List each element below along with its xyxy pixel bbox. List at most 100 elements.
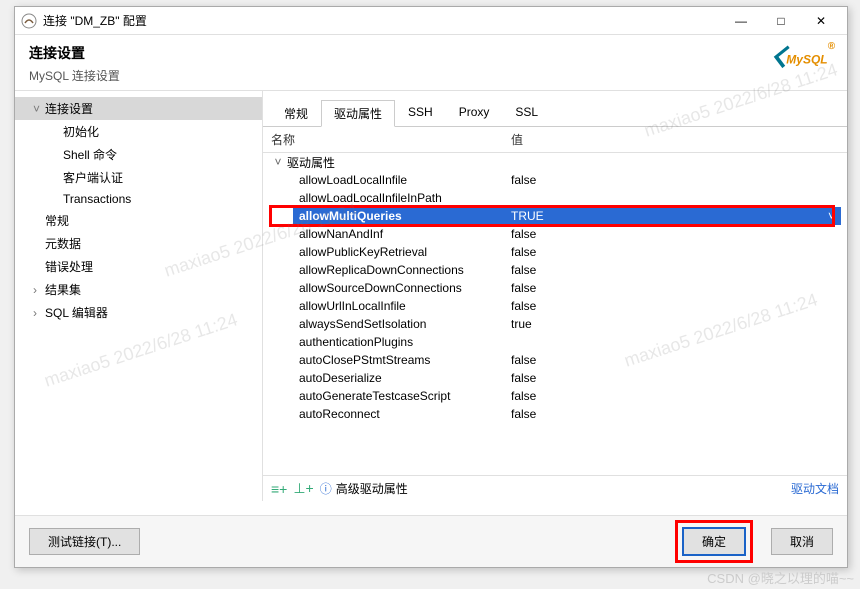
sidebar-item[interactable]: 元数据 (15, 232, 262, 255)
property-row-highlighted[interactable]: allowMultiQueriesTRUE˅ (263, 207, 847, 225)
minimize-button[interactable]: — (721, 8, 761, 34)
property-name: allowLoadLocalInfileInPath (299, 191, 511, 205)
maximize-button[interactable]: □ (761, 8, 801, 34)
property-row[interactable]: alwaysSendSetIsolationtrue (263, 315, 847, 333)
sidebar-item-label: Shell 命令 (63, 148, 117, 162)
property-row[interactable]: allowNanAndInffalse (263, 225, 847, 243)
property-name: allowReplicaDownConnections (299, 263, 511, 277)
sidebar-item[interactable]: 常规 (15, 209, 262, 232)
footer: 测试链接(T)... 确定 取消 (15, 515, 847, 567)
property-row[interactable]: allowSourceDownConnectionsfalse (263, 279, 847, 297)
ok-button[interactable]: 确定 (682, 527, 746, 556)
sidebar-item[interactable]: ›SQL 编辑器 (15, 301, 262, 324)
sidebar-item[interactable]: ˅连接设置 (15, 97, 262, 120)
info-icon: ⓘ (320, 480, 332, 497)
property-name: autoDeserialize (299, 371, 511, 385)
sidebar-item-label: 元数据 (45, 237, 81, 251)
property-value[interactable]: false (511, 299, 847, 313)
property-row[interactable]: autoDeserializefalse (263, 369, 847, 387)
property-name: authenticationPlugins (299, 335, 511, 349)
property-name: allowLoadLocalInfile (299, 173, 511, 187)
sidebar-item-label: 连接设置 (45, 102, 93, 116)
tab[interactable]: 驱动属性 (321, 100, 395, 127)
expand-icon[interactable]: › (33, 306, 45, 320)
sidebar-item-label: 客户端认证 (63, 171, 123, 185)
property-value-select[interactable]: TRUE (511, 209, 828, 223)
csdn-watermark: CSDN @晓之以理的喵~~ (707, 568, 854, 587)
property-value[interactable]: false (511, 353, 847, 367)
sidebar-item-label: Transactions (63, 192, 131, 206)
property-row[interactable]: allowUrlInLocalInfilefalse (263, 297, 847, 315)
content-panel: 常规驱动属性SSHProxySSL 名称 值 ˅驱动属性allowLoadLoc… (263, 91, 847, 501)
property-row[interactable]: autoGenerateTestcaseScriptfalse (263, 387, 847, 405)
col-value-header: 值 (511, 131, 523, 148)
page-subtitle: MySQL 连接设置 (29, 67, 833, 84)
sidebar-item[interactable]: Transactions (15, 189, 262, 209)
property-name: allowSourceDownConnections (299, 281, 511, 295)
header: 连接设置 MySQL 连接设置 𐌂MySQL® (15, 35, 847, 91)
property-value[interactable]: false (511, 245, 847, 259)
property-row[interactable]: autoClosePStmtStreamsfalse (263, 351, 847, 369)
sidebar-item-label: 错误处理 (45, 260, 93, 274)
app-icon (21, 13, 37, 29)
property-row[interactable]: allowLoadLocalInfilefalse (263, 171, 847, 189)
cancel-button[interactable]: 取消 (771, 528, 833, 555)
property-value[interactable]: true (511, 317, 847, 331)
property-value[interactable]: false (511, 173, 847, 187)
sidebar-item[interactable]: 初始化 (15, 120, 262, 143)
tab-bar: 常规驱动属性SSHProxySSL (263, 91, 847, 127)
property-row[interactable]: autoReconnectfalse (263, 405, 847, 423)
mysql-logo: 𐌂MySQL® (771, 41, 835, 74)
titlebar: 连接 "DM_ZB" 配置 — □ ✕ (15, 7, 847, 35)
expand-icon[interactable]: ˅ (33, 102, 45, 116)
grid-body[interactable]: ˅驱动属性allowLoadLocalInfilefalseallowLoadL… (263, 153, 847, 475)
col-name-header: 名称 (271, 131, 511, 148)
grid-header: 名称 值 (263, 127, 847, 153)
test-connection-button[interactable]: 测试链接(T)... (29, 528, 140, 555)
ok-highlight: 确定 (675, 520, 753, 563)
tree-root[interactable]: ˅驱动属性 (263, 153, 847, 171)
property-name: allowNanAndInf (299, 227, 511, 241)
property-value[interactable]: false (511, 371, 847, 385)
property-value[interactable]: false (511, 407, 847, 421)
sidebar-item-label: SQL 编辑器 (45, 306, 108, 320)
add-property-icon-2[interactable]: ⊥+ (293, 480, 313, 497)
property-value[interactable]: false (511, 263, 847, 277)
sidebar: ˅连接设置初始化 Shell 命令客户端认证 Transactions 常规元数据错误… (15, 91, 263, 501)
property-value[interactable]: false (511, 389, 847, 403)
sidebar-item[interactable]: ›结果集 (15, 278, 262, 301)
tree-root-label: 驱动属性 (285, 154, 511, 171)
property-name: allowMultiQueries (293, 209, 511, 223)
tab[interactable]: SSL (502, 100, 551, 127)
sidebar-item[interactable]: 错误处理 (15, 255, 262, 278)
property-row[interactable]: authenticationPlugins (263, 333, 847, 351)
sidebar-item-label: 结果集 (45, 283, 81, 297)
add-property-icon[interactable]: ≡+ (271, 481, 287, 497)
tab[interactable]: Proxy (446, 100, 503, 127)
property-name: autoReconnect (299, 407, 511, 421)
property-name: alwaysSendSetIsolation (299, 317, 511, 331)
property-row[interactable]: allowLoadLocalInfileInPath (263, 189, 847, 207)
property-name: allowPublicKeyRetrieval (299, 245, 511, 259)
sidebar-item-label: 初始化 (63, 125, 99, 139)
sidebar-item[interactable]: 客户端认证 (15, 166, 262, 189)
close-button[interactable]: ✕ (801, 8, 841, 34)
sidebar-item-label: 常规 (45, 214, 69, 228)
chevron-down-icon[interactable]: ˅ (828, 209, 841, 223)
sidebar-item[interactable]: Shell 命令 (15, 143, 262, 166)
advanced-label: 高级驱动属性 (336, 480, 408, 497)
property-name: autoClosePStmtStreams (299, 353, 511, 367)
driver-docs-link[interactable]: 驱动文档 (791, 480, 839, 497)
dialog-window: 连接 "DM_ZB" 配置 — □ ✕ 连接设置 MySQL 连接设置 𐌂MyS… (14, 6, 848, 568)
property-name: allowUrlInLocalInfile (299, 299, 511, 313)
tab[interactable]: 常规 (271, 100, 321, 127)
page-title: 连接设置 (29, 43, 833, 63)
property-value[interactable]: false (511, 281, 847, 295)
tab[interactable]: SSH (395, 100, 446, 127)
grid-toolbar: ≡+ ⊥+ ⓘ 高级驱动属性 驱动文档 (263, 475, 847, 501)
property-row[interactable]: allowReplicaDownConnectionsfalse (263, 261, 847, 279)
chevron-down-icon[interactable]: ˅ (271, 155, 285, 169)
property-row[interactable]: allowPublicKeyRetrievalfalse (263, 243, 847, 261)
property-value[interactable]: false (511, 227, 847, 241)
expand-icon[interactable]: › (33, 283, 45, 297)
